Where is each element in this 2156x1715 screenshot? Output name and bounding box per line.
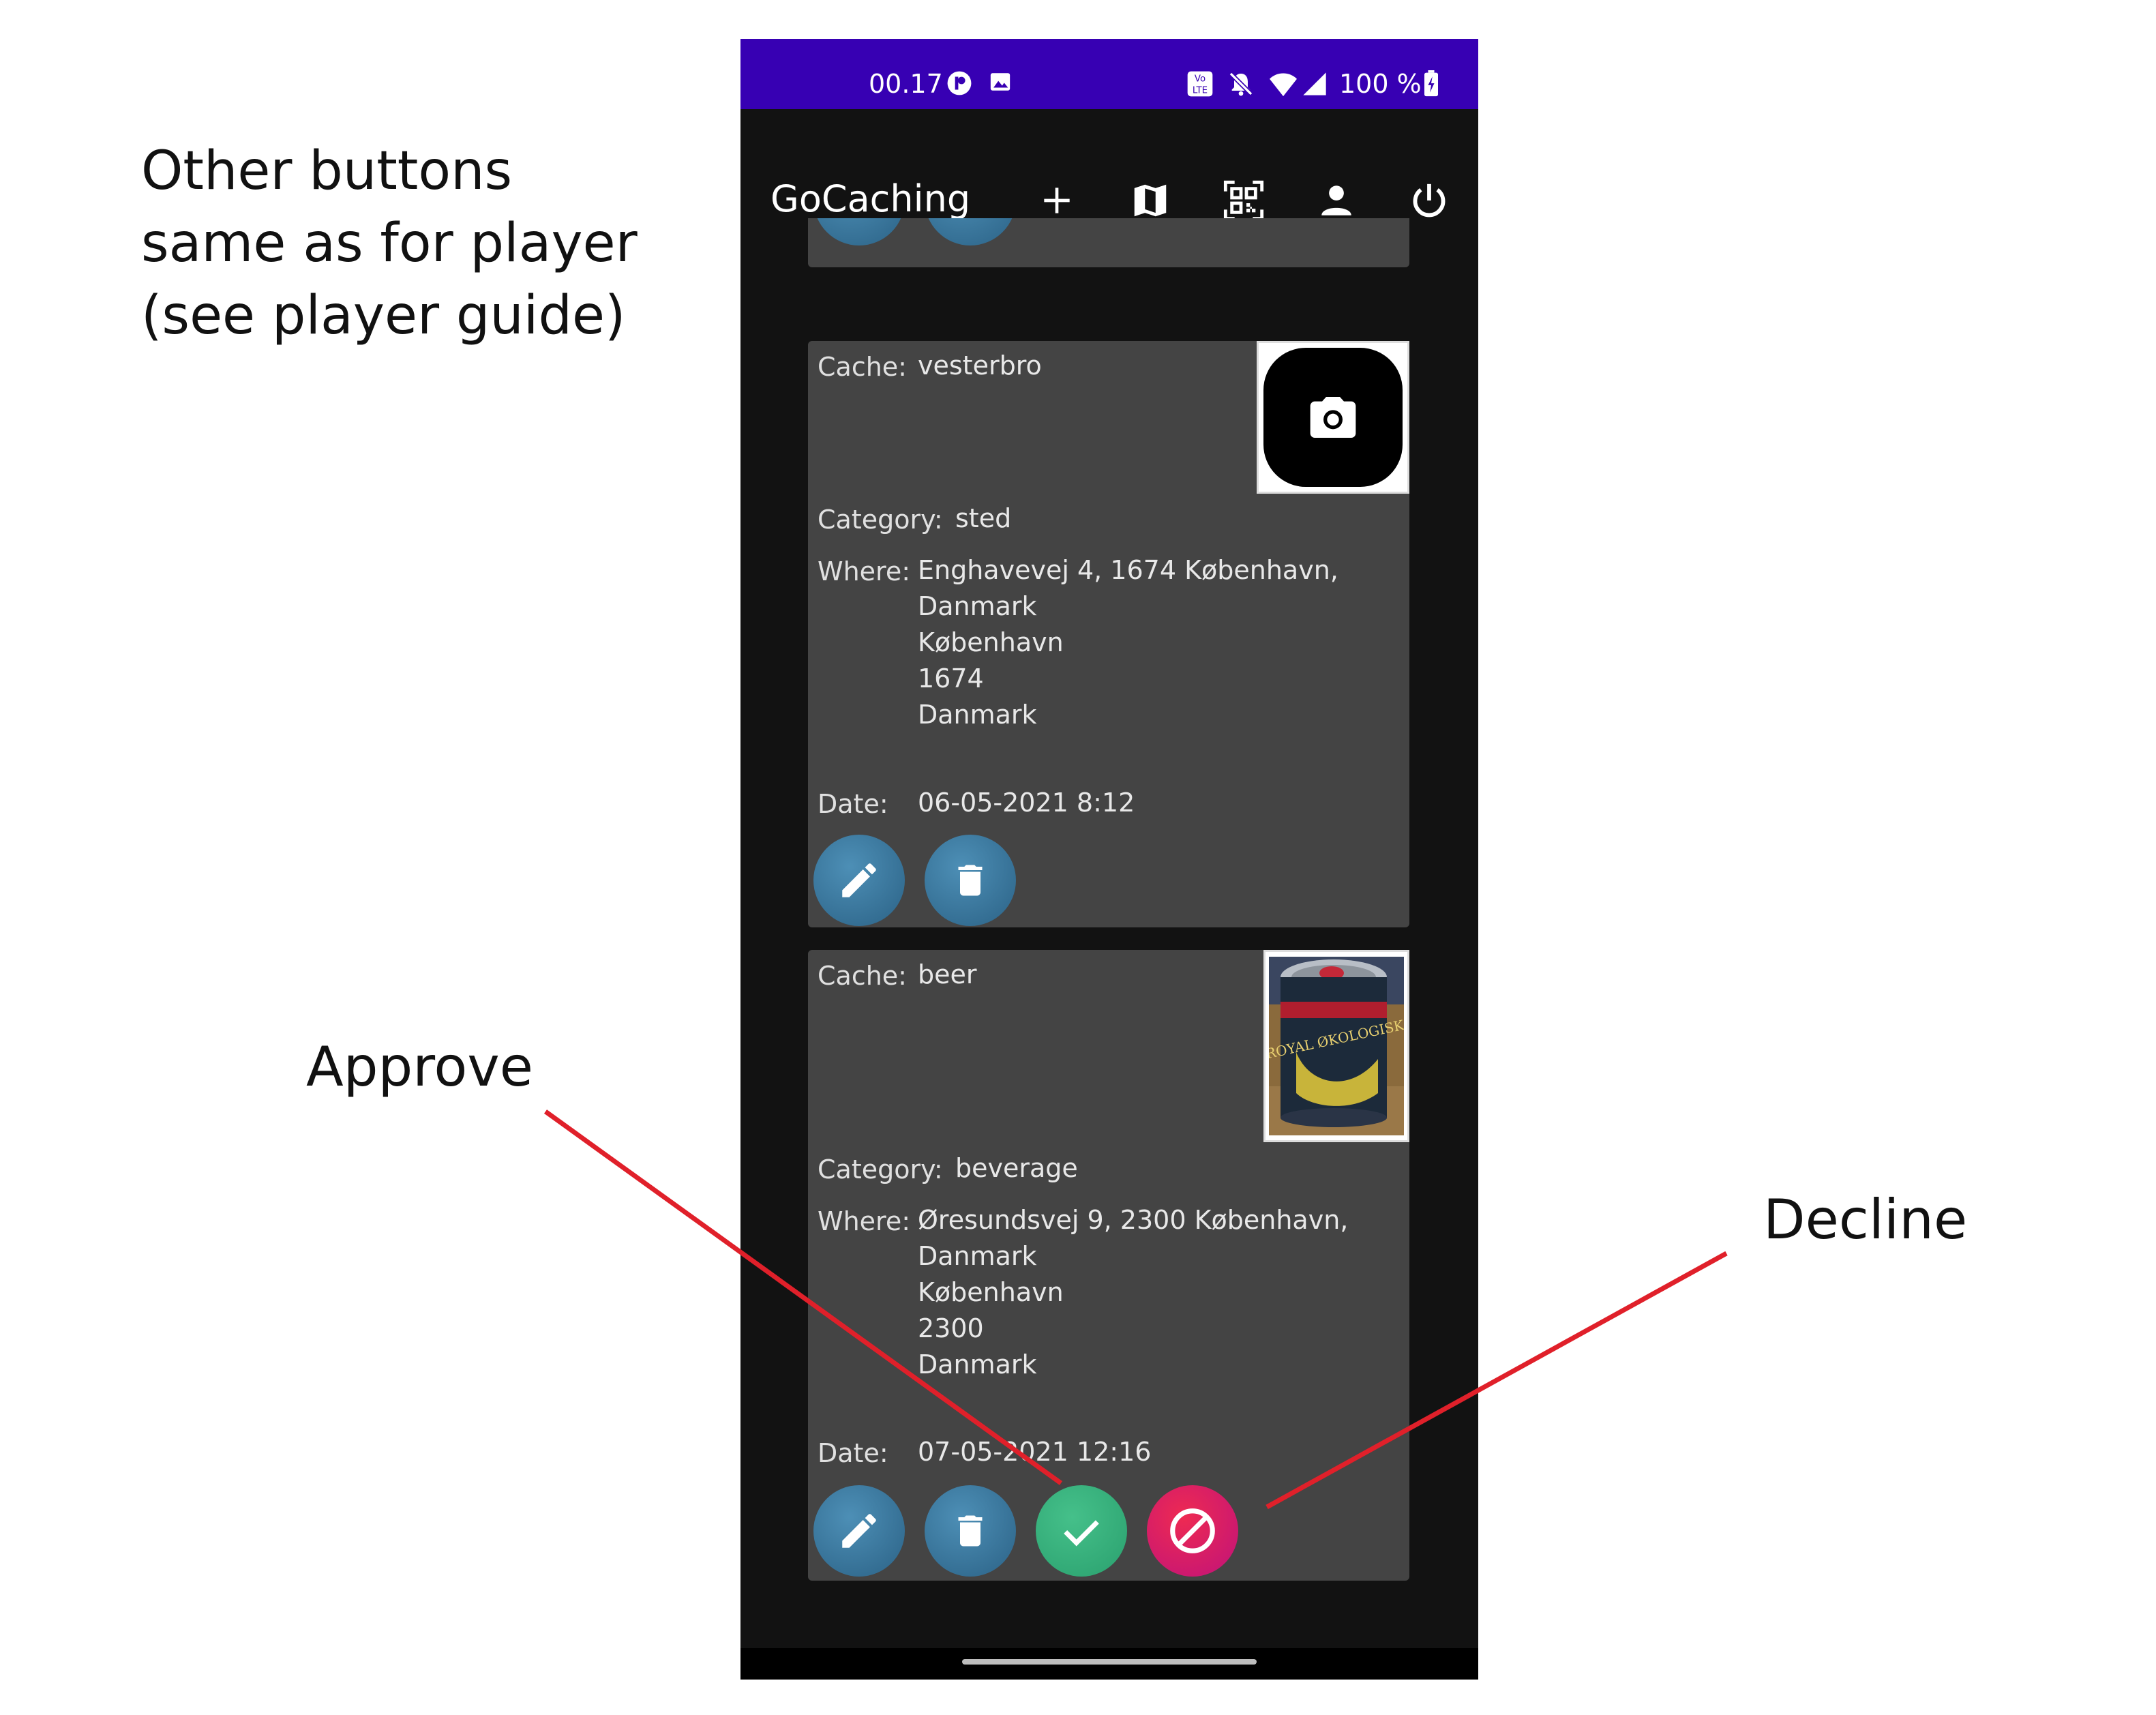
app-bar: GoCaching	[740, 109, 1478, 221]
category-value: beverage	[955, 1153, 1078, 1183]
pencil-icon	[842, 863, 876, 897]
cache-label: Cache:	[818, 961, 907, 991]
wifi-icon	[1268, 70, 1298, 100]
camera-placeholder-icon	[1310, 397, 1356, 438]
checkmark-icon	[1064, 1520, 1099, 1547]
date-value: 07-05-2021 12:16	[918, 1437, 1152, 1467]
status-time: 00.17	[869, 69, 943, 99]
cache-label: Cache:	[818, 352, 907, 382]
navigation-bar	[740, 1648, 1478, 1680]
date-label: Date:	[818, 789, 888, 819]
cache-card: Cache: beer ROYAL ØKOLOGISK Category: be…	[808, 950, 1409, 1581]
profile-icon	[1321, 185, 1351, 215]
category-label: Category:	[818, 505, 943, 535]
image-icon	[989, 70, 1012, 96]
category-label: Category:	[818, 1154, 943, 1184]
mute-icon	[1227, 70, 1255, 100]
pencil-icon	[837, 218, 882, 222]
approve-button[interactable]	[1036, 1485, 1127, 1577]
app-title: GoCaching	[770, 177, 971, 220]
map-icon	[1134, 184, 1167, 217]
cache-image[interactable]	[1257, 341, 1409, 494]
where-label: Where:	[818, 556, 911, 586]
address-block: Enghavevej 4, 1674 København, Danmark Kø…	[918, 552, 1409, 733]
trash-icon	[958, 865, 983, 896]
volte-icon: Vo LTE	[1186, 70, 1214, 100]
address-line: Danmark	[918, 700, 1037, 730]
date-value: 06-05-2021 8:12	[918, 788, 1135, 818]
add-icon	[1044, 188, 1070, 213]
battery-icon	[1422, 70, 1440, 100]
address-line: 1674	[918, 663, 984, 694]
trash-icon	[950, 218, 991, 220]
where-label: Where:	[818, 1206, 911, 1236]
delete-button[interactable]	[925, 218, 1016, 245]
cache-image[interactable]: ROYAL ØKOLOGISK	[1263, 950, 1409, 1142]
address-line: København	[918, 627, 1064, 657]
address-line: Enghavevej 4, 1674 København, Danmark	[918, 555, 1338, 621]
address-line: 2300	[918, 1313, 984, 1343]
edit-button[interactable]	[813, 1485, 905, 1577]
decline-button[interactable]	[1147, 1485, 1238, 1577]
delete-button[interactable]	[925, 1485, 1016, 1577]
battery-percent: 100 %	[1339, 69, 1422, 99]
cache-list[interactable]: Cache: vesterbro Category: sted Where: E…	[740, 218, 1478, 1680]
pencil-icon	[842, 1514, 876, 1548]
other-buttons-note: Other buttons same as for player (see pl…	[141, 140, 638, 346]
approve-annotation: Approve	[306, 1035, 533, 1099]
cache-card	[808, 218, 1409, 267]
svg-text:Vo: Vo	[1195, 74, 1206, 85]
delete-button[interactable]	[925, 835, 1016, 926]
trash-icon	[958, 1515, 983, 1547]
home-gesture-handle[interactable]	[962, 1659, 1257, 1665]
edit-button[interactable]	[813, 218, 905, 245]
edit-button[interactable]	[813, 835, 905, 926]
date-label: Date:	[818, 1438, 888, 1468]
qr-scan-icon	[1223, 180, 1264, 221]
block-icon	[1170, 1508, 1215, 1553]
address-block: Øresundsvej 9, 2300 København, Danmark K…	[918, 1202, 1348, 1383]
camera-placeholder	[1263, 348, 1403, 487]
cache-name: beer	[918, 959, 977, 989]
signal-icon	[1301, 70, 1328, 100]
decline-annotation: Decline	[1763, 1188, 1968, 1251]
status-bar: 00.17 Vo LTE 100 %	[740, 39, 1478, 109]
power-icon	[1413, 183, 1446, 218]
svg-text:LTE: LTE	[1193, 85, 1208, 95]
beer-can-photo: ROYAL ØKOLOGISK	[1269, 957, 1404, 1135]
address-line: Danmark	[918, 1349, 1037, 1380]
cache-name: vesterbro	[918, 351, 1042, 381]
category-value: sted	[955, 503, 1012, 533]
address-line: Øresundsvej 9, 2300 København,	[918, 1205, 1349, 1235]
cache-card: Cache: vesterbro Category: sted Where: E…	[808, 341, 1409, 927]
address-line: København	[918, 1277, 1064, 1307]
phone-screen: 00.17 Vo LTE 100 % GoCaching Cache: vest…	[740, 39, 1478, 1680]
app-notification-icon	[946, 70, 972, 99]
address-line: Danmark	[918, 1241, 1037, 1271]
